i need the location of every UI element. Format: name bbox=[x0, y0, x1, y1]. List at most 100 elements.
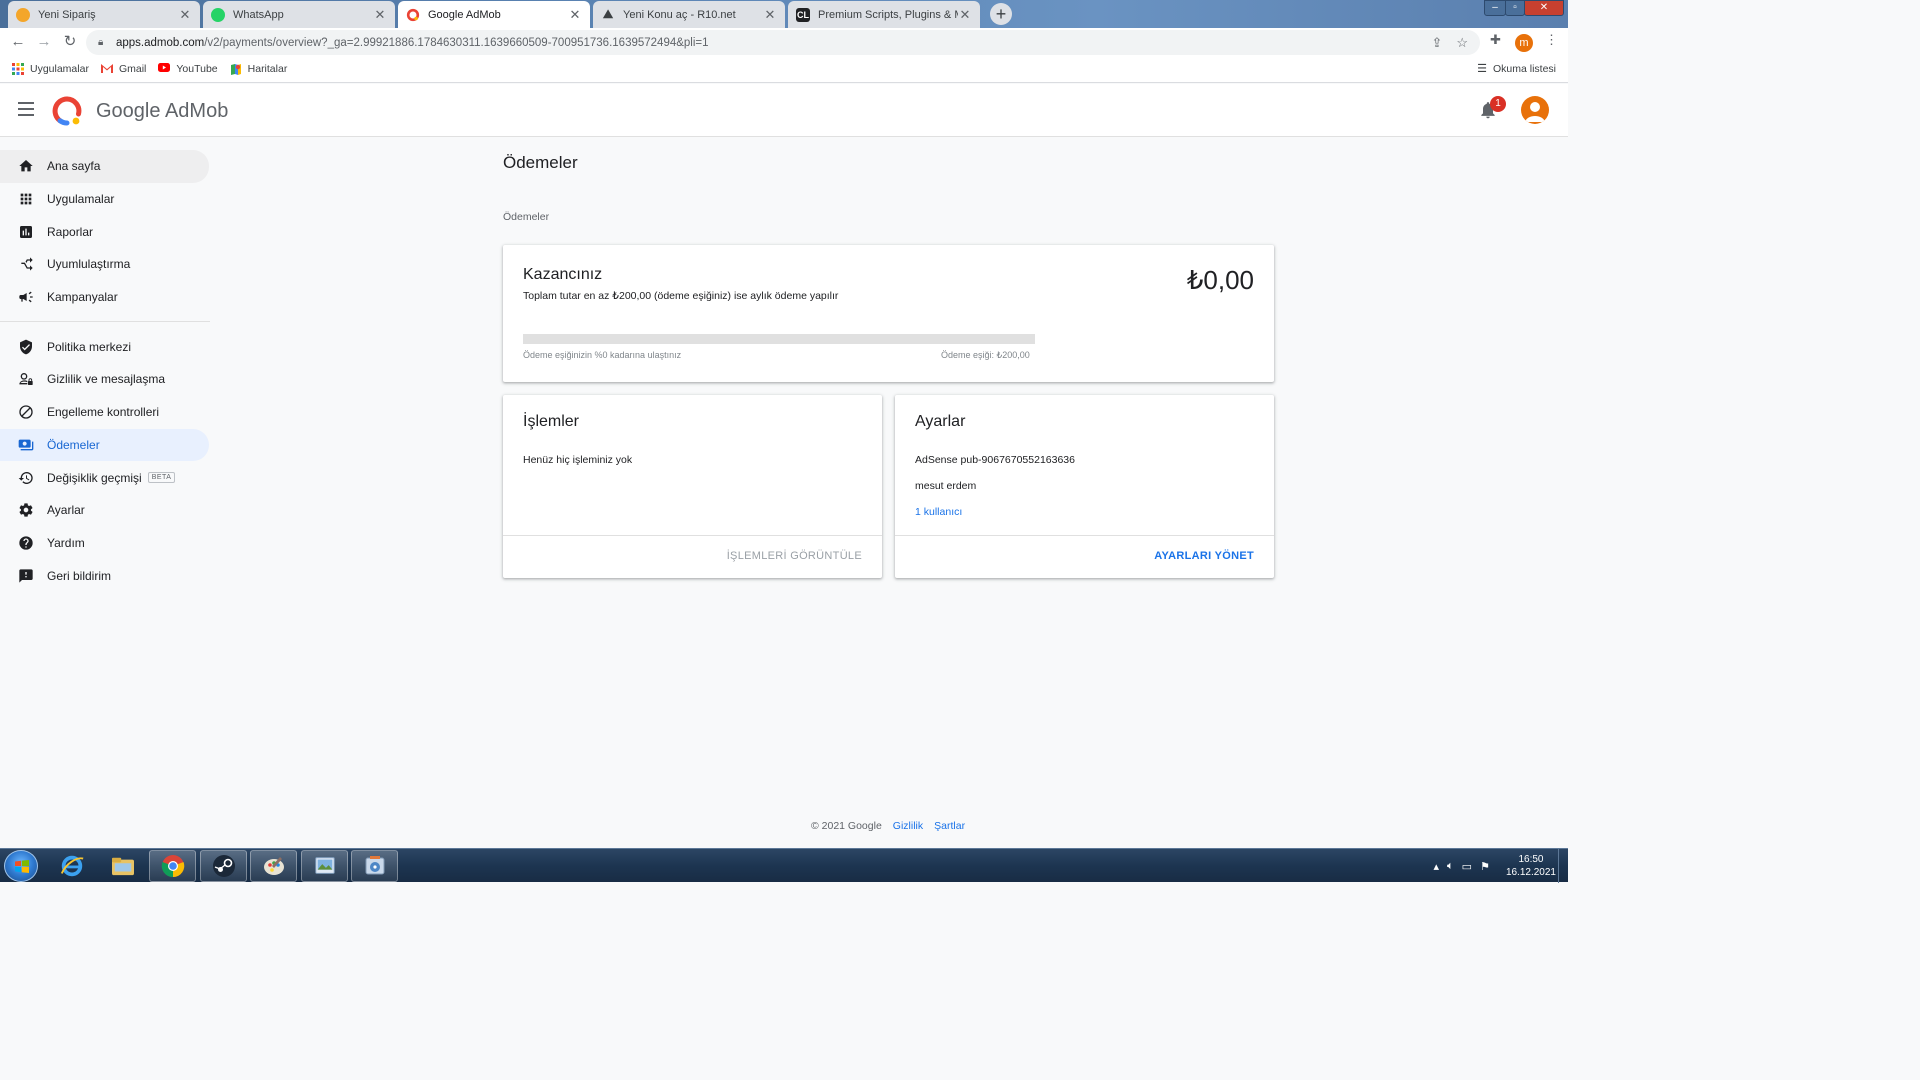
sidebar-item-home[interactable]: Ana sayfa bbox=[0, 150, 209, 183]
tab-label: WhatsApp bbox=[233, 8, 284, 21]
sidebar-item-apps[interactable]: Uygulamalar bbox=[0, 183, 209, 216]
tray-expand-icon[interactable]: ▴ bbox=[1434, 860, 1440, 873]
sidebar-item-campaigns[interactable]: Kampanyalar bbox=[0, 281, 209, 314]
user-avatar[interactable] bbox=[1521, 96, 1549, 124]
transactions-title: İşlemler bbox=[523, 413, 580, 430]
bookmark-label: YouTube bbox=[176, 63, 218, 75]
sidebar-item-label: Geri bildirim bbox=[47, 568, 112, 583]
browser-tab[interactable]: Yeni Sipariş ✕ bbox=[8, 1, 200, 28]
sidebar-item-label: Raporlar bbox=[47, 224, 94, 239]
privacy-link[interactable]: Gizlilik bbox=[893, 820, 923, 832]
browser-tab[interactable]: WhatsApp ✕ bbox=[203, 1, 395, 28]
sidebar-item-privacy[interactable]: Gizlilik ve mesajlaşma bbox=[0, 363, 209, 396]
tab-close-icon[interactable]: ✕ bbox=[373, 7, 387, 23]
copyright-text: © 2021 Google bbox=[811, 820, 882, 832]
steam-taskbar-icon[interactable] bbox=[200, 850, 247, 882]
sidebar-item-label: Engelleme kontrolleri bbox=[47, 405, 160, 420]
volume-icon[interactable]: 🔈︎ bbox=[1447, 860, 1454, 873]
reading-list-button[interactable]: ☰ Okuma listesi bbox=[1477, 62, 1556, 76]
taskbar-clock[interactable]: 16:50 16.12.2021 bbox=[1506, 853, 1556, 879]
bookmark-youtube[interactable]: YouTube bbox=[158, 63, 218, 75]
sidebar-item-label: Değişiklik geçmişi bbox=[47, 470, 142, 485]
sidebar-item-blocking[interactable]: Engelleme kontrolleri bbox=[0, 396, 209, 429]
tab-close-icon[interactable]: ✕ bbox=[763, 7, 777, 23]
sidebar-item-payments[interactable]: Ödemeler bbox=[0, 428, 209, 462]
bookmark-label: Uygulamalar bbox=[30, 63, 89, 75]
manage-settings-button[interactable]: AYARLARI YÖNET bbox=[1154, 550, 1254, 562]
transactions-card-footer: İŞLEMLERİ GÖRÜNTÜLE bbox=[503, 535, 882, 578]
action-center-flag-icon[interactable]: ⚑ bbox=[1480, 860, 1490, 873]
settings-card-footer: AYARLARI YÖNET bbox=[895, 535, 1274, 578]
network-icon[interactable]: ▭ bbox=[1462, 860, 1472, 873]
maps-icon bbox=[230, 63, 242, 75]
sidebar-item-settings[interactable]: Ayarlar bbox=[0, 494, 209, 527]
payment-threshold-text: Ödeme eşiği: ₺200,00 bbox=[941, 350, 1030, 360]
browser-tab[interactable]: ⛰ Yeni Konu aç - R10.net ✕ bbox=[593, 1, 785, 28]
tab-close-icon[interactable]: ✕ bbox=[178, 7, 192, 23]
back-arrow-icon[interactable]: ← bbox=[8, 32, 28, 52]
tab-close-icon[interactable]: ✕ bbox=[958, 7, 972, 23]
restore-window-button[interactable]: ▫ bbox=[1505, 0, 1525, 16]
sidebar-item-label: Uyumlulaştırma bbox=[47, 257, 131, 272]
bookmark-apps[interactable]: Uygulamalar bbox=[12, 63, 89, 75]
users-link[interactable]: 1 kullanıcı bbox=[915, 506, 962, 518]
browser-profile-avatar[interactable]: m bbox=[1515, 34, 1533, 52]
sidebar-item-reports[interactable]: Raporlar bbox=[0, 215, 209, 248]
paint-taskbar-icon[interactable] bbox=[250, 850, 297, 882]
sidebar-item-label: Ana sayfa bbox=[47, 159, 101, 174]
tab-close-icon[interactable]: ✕ bbox=[568, 7, 582, 23]
terms-link[interactable]: Şartlar bbox=[934, 820, 965, 832]
sidebar-item-label: Ayarlar bbox=[47, 503, 85, 518]
bookmark-gmail[interactable]: Gmail bbox=[100, 63, 146, 75]
extensions-puzzle-icon[interactable]: ✚ bbox=[1490, 32, 1501, 48]
media-center-taskbar-icon[interactable] bbox=[351, 850, 398, 882]
view-transactions-button[interactable]: İŞLEMLERİ GÖRÜNTÜLE bbox=[727, 550, 862, 562]
forward-arrow-icon[interactable]: → bbox=[34, 32, 54, 52]
campaigns-icon bbox=[18, 289, 34, 305]
browser-tab-active[interactable]: Google AdMob ✕ bbox=[398, 1, 590, 28]
chrome-taskbar-icon[interactable] bbox=[149, 850, 196, 882]
explorer-folder-taskbar-icon[interactable] bbox=[99, 850, 146, 882]
sidebar-item-mediation[interactable]: Uyumlulaştırma bbox=[0, 248, 209, 281]
tab-label: Yeni Konu aç - R10.net bbox=[623, 8, 736, 21]
reading-list-label: Okuma listesi bbox=[1492, 62, 1556, 75]
chrome-menu-icon[interactable]: ⋮ bbox=[1545, 32, 1558, 48]
browser-tab[interactable]: CL Premium Scripts, Plugins & Mobile ✕ bbox=[788, 1, 980, 28]
main-menu-icon[interactable] bbox=[18, 102, 34, 116]
system-tray: ▴ 🔈︎ ▭ ⚑ 16:50 16.12.2021 bbox=[1434, 853, 1556, 879]
sidebar-item-label: Ödemeler bbox=[47, 437, 100, 452]
url-text: apps.admob.com/v2/payments/overview?_ga=… bbox=[116, 36, 709, 49]
close-window-button[interactable]: ✕ bbox=[1524, 0, 1564, 16]
admob-logo-icon[interactable] bbox=[52, 96, 82, 126]
tab-label: Google AdMob bbox=[428, 8, 501, 21]
gmail-icon bbox=[100, 63, 113, 75]
start-button[interactable] bbox=[4, 850, 38, 882]
page-title: Ödemeler bbox=[503, 153, 578, 172]
ie-taskbar-icon[interactable] bbox=[48, 850, 95, 882]
app-header: Google AdMob bbox=[0, 84, 1568, 137]
bookmark-star-icon[interactable]: ☆ bbox=[1456, 35, 1468, 51]
address-bar[interactable]: 🔒︎ apps.admob.com/v2/payments/overview?_… bbox=[86, 30, 1480, 55]
tab-label: Premium Scripts, Plugins & Mobile bbox=[818, 8, 958, 21]
new-tab-button[interactable]: + bbox=[990, 3, 1012, 25]
notification-count-badge: 1 bbox=[1490, 96, 1506, 112]
sidebar-item-policy[interactable]: Politika merkezi bbox=[0, 330, 209, 363]
clock-time: 16:50 bbox=[1518, 854, 1544, 865]
bookmark-maps[interactable]: Haritalar bbox=[230, 63, 287, 75]
sidebar-item-help[interactable]: Yardım bbox=[0, 527, 209, 560]
sidebar-item-label: Kampanyalar bbox=[47, 290, 118, 305]
settings-card: Ayarlar AdSense pub-9067670552163636 mes… bbox=[895, 395, 1274, 578]
browser-tab-strip: Yeni Sipariş ✕ WhatsApp ✕ Google AdMob ✕… bbox=[0, 0, 1568, 28]
sidebar-item-change-history[interactable]: Değişiklik geçmişi BETA bbox=[0, 461, 209, 494]
show-desktop-button[interactable] bbox=[1558, 849, 1568, 883]
beta-badge: BETA bbox=[147, 472, 176, 484]
block-icon bbox=[18, 404, 34, 420]
app-brand-title: Google AdMob bbox=[96, 100, 229, 122]
share-icon[interactable]: ⇪ bbox=[1431, 35, 1442, 51]
sidebar-item-feedback[interactable]: Geri bildirim bbox=[0, 559, 209, 592]
home-icon bbox=[18, 158, 34, 174]
minimize-window-button[interactable]: – bbox=[1484, 0, 1506, 16]
image-viewer-taskbar-icon[interactable] bbox=[301, 850, 348, 882]
progress-status-text: Ödeme eşiğinizin %0 kadarına ulaştınız bbox=[523, 350, 682, 360]
reload-icon[interactable]: ↻ bbox=[60, 32, 80, 52]
